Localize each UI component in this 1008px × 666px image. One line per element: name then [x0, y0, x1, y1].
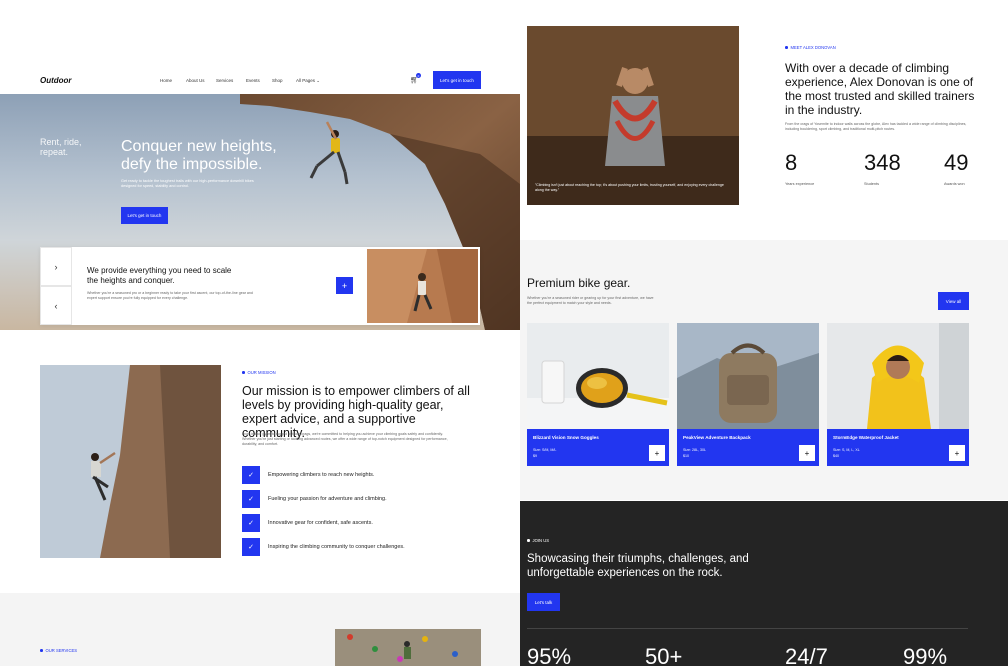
- product-name: StormEdge Waterproof Jacket: [833, 435, 899, 440]
- hero-subtitle: Get ready to tackle the toughest trails …: [121, 179, 254, 188]
- trainer-quote: "Climbing isn't just about reaching the …: [535, 183, 724, 192]
- check-icon: ✓: [242, 466, 260, 484]
- hero-side-text: Rent, ride, repeat.: [40, 137, 82, 157]
- provide-title: We provide everything you need to scale …: [87, 266, 232, 285]
- mission-check-item: ✓ Fueling your passion for adventure and …: [242, 490, 387, 508]
- trainer-text: From the crags of Yosemite to indoor wal…: [785, 122, 967, 131]
- carousel-next-button[interactable]: ›: [40, 247, 72, 286]
- trainer-photo: [527, 26, 739, 205]
- product-name: Blizzard Vision Snow Goggles: [533, 435, 599, 440]
- plus-icon: +: [804, 448, 810, 458]
- join-stat: 50+: [645, 644, 683, 666]
- lets-talk-button[interactable]: Let's talk: [527, 593, 560, 611]
- join-stat: 24/7: [785, 644, 828, 666]
- product-meta: Size: S, M, L, XL $40: [833, 448, 860, 458]
- add-to-cart-button[interactable]: +: [799, 445, 815, 461]
- join-eyebrow: JOIN US: [527, 538, 550, 543]
- mission-climber-image: [40, 365, 221, 558]
- cart-count-badge: 0: [416, 73, 421, 78]
- product-image-goggles[interactable]: [527, 323, 669, 429]
- provide-climber-image: [367, 249, 478, 323]
- mission-check-item: ✓ Inspiring the climbing community to con…: [242, 538, 405, 556]
- nav-item-home[interactable]: Home: [160, 78, 172, 83]
- nav-item-about[interactable]: About Us: [186, 78, 205, 83]
- product-card[interactable]: Blizzard Vision Snow Goggles Size: S/M, …: [527, 429, 669, 466]
- join-title: Showcasing their triumphs, challenges, a…: [527, 553, 749, 579]
- join-section: [520, 501, 1008, 666]
- product-image-backpack[interactable]: [677, 323, 819, 429]
- mission-eyebrow: OUR MISSION: [242, 370, 276, 375]
- check-icon: ✓: [242, 538, 260, 556]
- climbing-gym-image: [335, 629, 481, 666]
- stat-label: Awards won: [944, 182, 965, 186]
- product-meta: Size: 28L, 30L $10: [683, 448, 706, 458]
- nav-item-shop[interactable]: Shop: [272, 78, 283, 83]
- check-label: Fueling your passion for adventure and c…: [268, 496, 387, 502]
- stat-value: 348: [864, 150, 901, 175]
- trainer-eyebrow: MEET ALEX DONOVAN: [785, 45, 836, 50]
- bike-gear-text: Whether you're a seasoned rider or geari…: [527, 296, 654, 305]
- hero-cta-button[interactable]: Let's get in touch: [121, 207, 168, 224]
- provide-plus-button[interactable]: +: [336, 277, 353, 294]
- join-stat: 95%: [527, 644, 572, 666]
- provide-text: Whether you're a seasoned pro or a begin…: [87, 291, 253, 300]
- add-to-cart-button[interactable]: +: [949, 445, 965, 461]
- mission-check-item: ✓ Empowering climbers to reach new height…: [242, 466, 374, 484]
- join-stat: 99%: [903, 644, 948, 666]
- nav-item-events[interactable]: Events: [246, 78, 260, 83]
- carousel-prev-button[interactable]: ‹: [40, 286, 72, 325]
- chevron-left-icon: ‹: [54, 300, 58, 311]
- services-eyebrow: OUR SERVICES: [40, 648, 78, 653]
- chevron-right-icon: ›: [54, 261, 58, 272]
- bike-gear-title: Premium bike gear.: [527, 276, 631, 290]
- product-image-jacket[interactable]: [827, 323, 969, 429]
- check-label: Innovative gear for confident, safe asce…: [268, 520, 373, 526]
- mission-check-item: ✓ Innovative gear for confident, safe asc…: [242, 514, 373, 532]
- nav-item-services[interactable]: Services: [216, 78, 233, 83]
- nav-cta-button[interactable]: Let's get in touch: [433, 71, 481, 89]
- plus-icon: +: [341, 280, 348, 291]
- nav-item-all-pages[interactable]: All Pages ⌄: [296, 78, 320, 84]
- brand-logo[interactable]: Outdoor: [40, 76, 72, 85]
- stat-value: 49: [944, 150, 969, 175]
- stat-label: Students: [864, 182, 879, 186]
- stat-label: Years experience: [785, 182, 815, 186]
- check-label: Empowering climbers to reach new heights…: [268, 472, 375, 478]
- view-all-button[interactable]: View all: [938, 292, 969, 310]
- product-meta: Size: S/M, M/L $9: [533, 448, 557, 458]
- product-card[interactable]: PeakView Adventure Backpack Size: 28L, 3…: [677, 429, 819, 466]
- divider: [527, 628, 968, 629]
- hero-title: Conquer new heights, defy the impossible…: [121, 138, 277, 173]
- product-card[interactable]: StormEdge Waterproof Jacket Size: S, M, …: [827, 429, 969, 466]
- trainer-title: With over a decade of climbing experienc…: [785, 61, 975, 117]
- check-icon: ✓: [242, 490, 260, 508]
- check-icon: ✓: [242, 514, 260, 532]
- mission-text: From indoor gyms to rugged outdoor crags…: [242, 432, 448, 446]
- product-name: PeakView Adventure Backpack: [683, 435, 751, 440]
- plus-icon: +: [654, 448, 660, 458]
- plus-icon: +: [954, 448, 960, 458]
- check-label: Inspiring the climbing community to conq…: [268, 544, 405, 550]
- add-to-cart-button[interactable]: +: [649, 445, 665, 461]
- chevron-down-icon: ⌄: [316, 78, 321, 83]
- stat-value: 8: [785, 150, 798, 175]
